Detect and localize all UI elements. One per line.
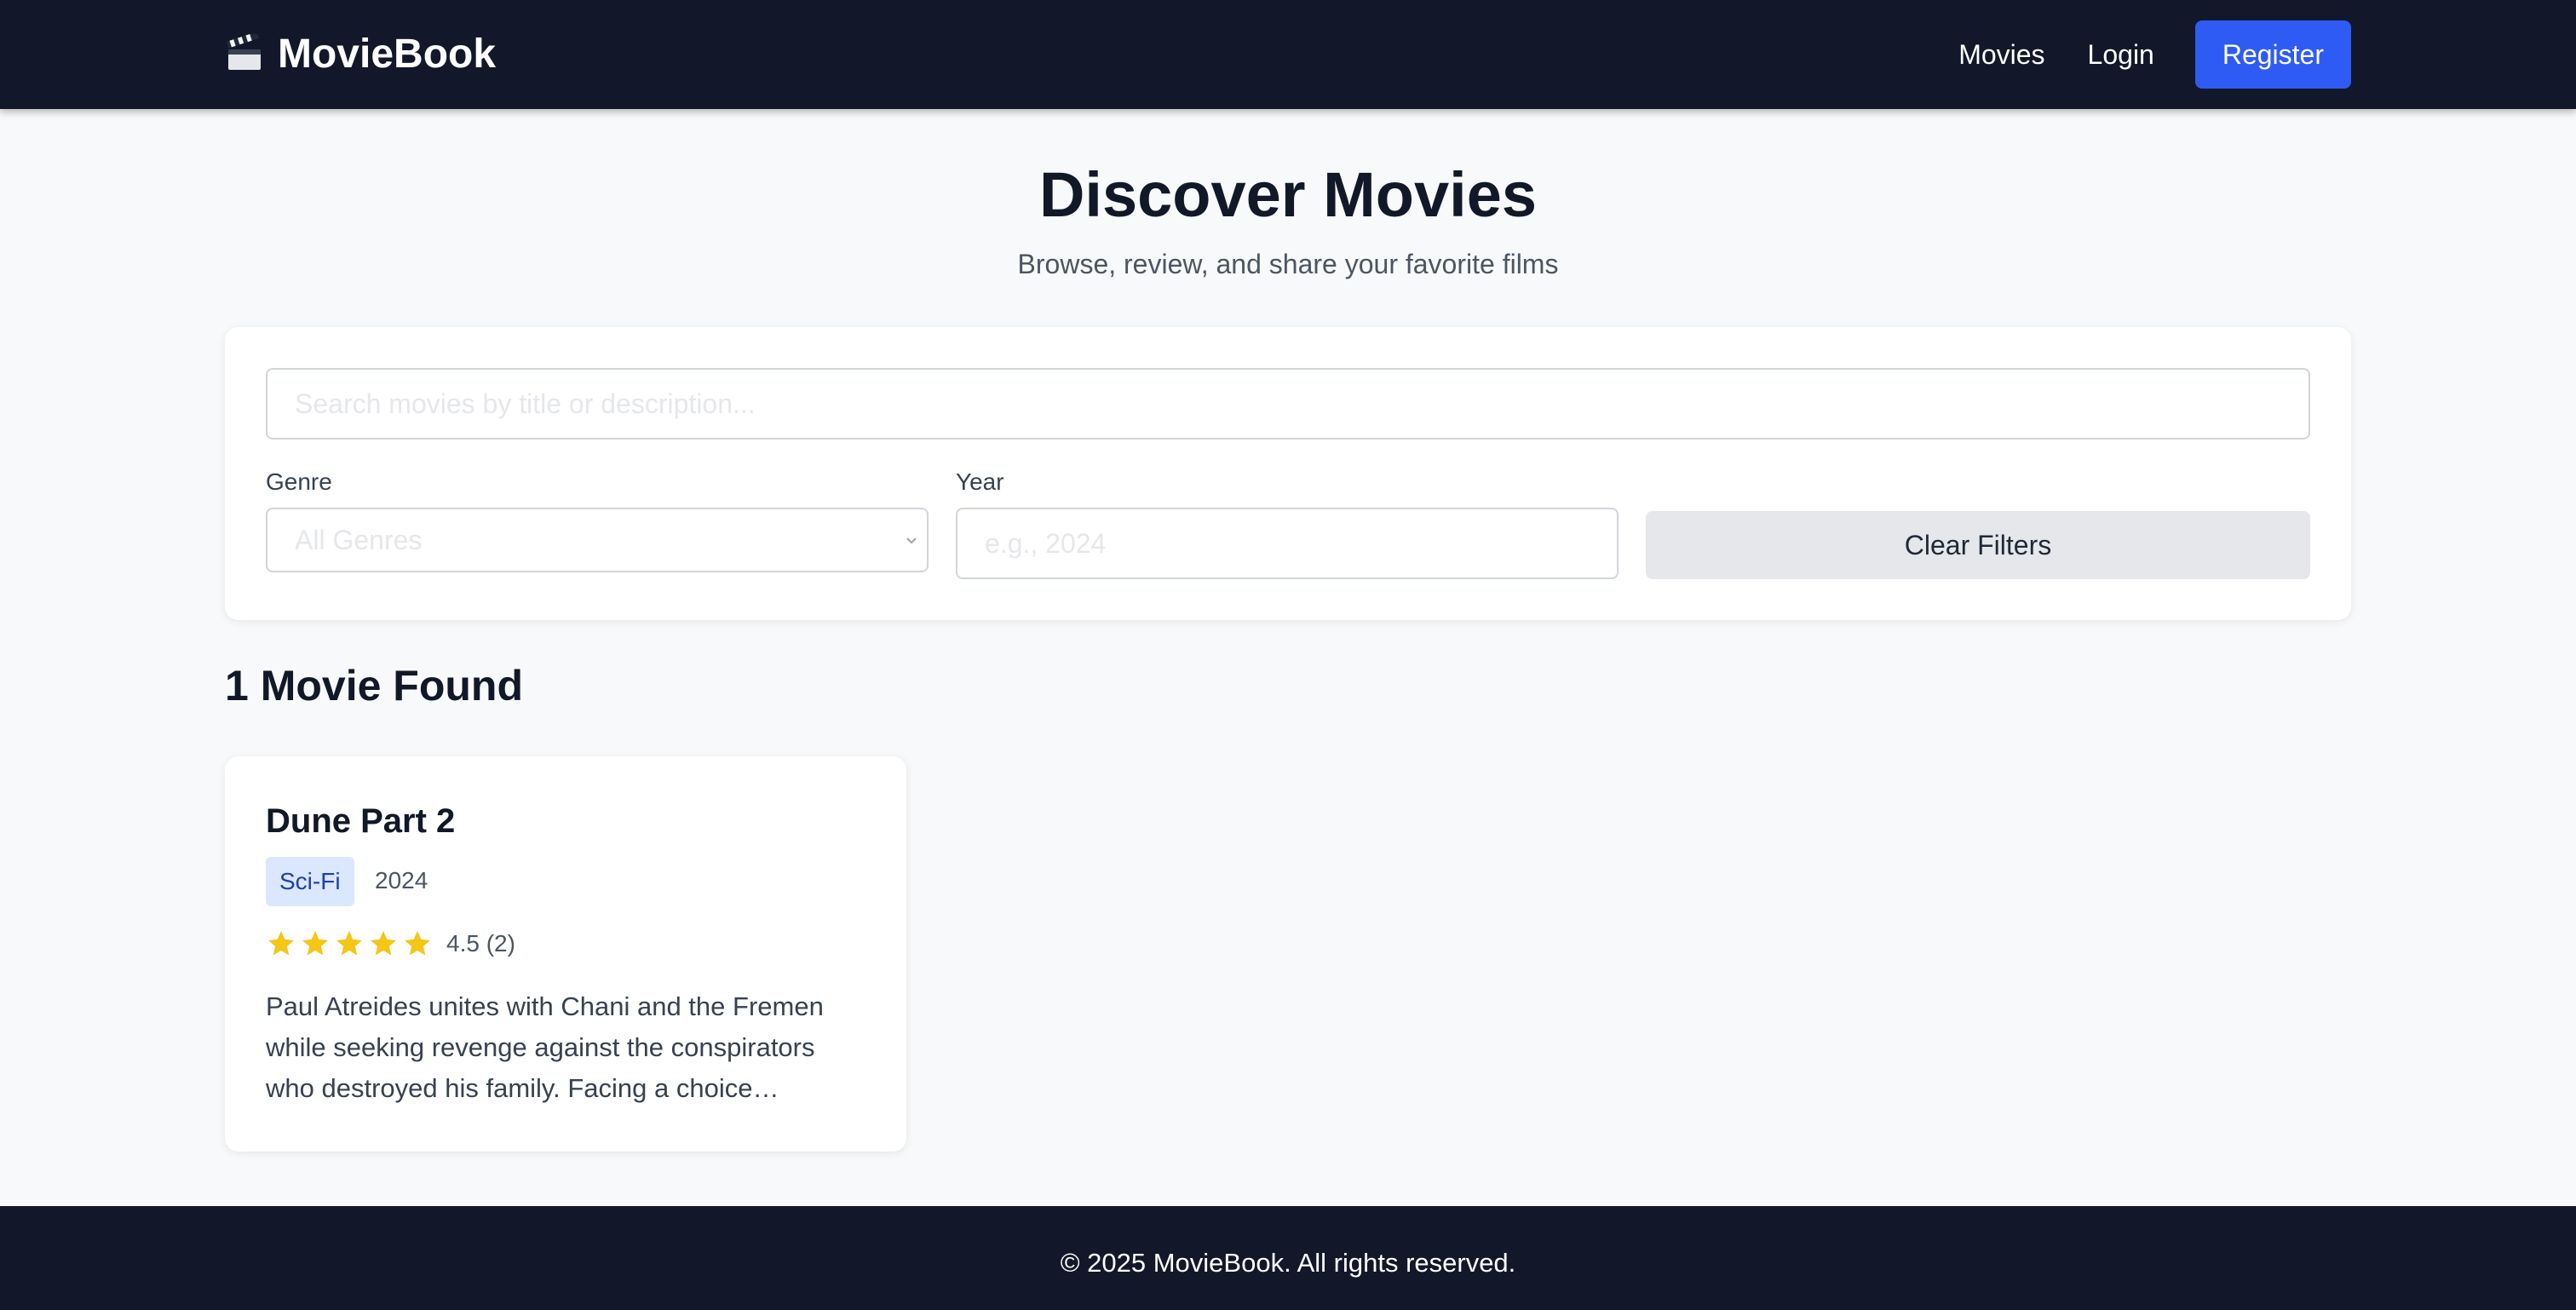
year-input[interactable] (956, 508, 1619, 579)
genre-label: Genre (266, 468, 332, 495)
year-label: Year (956, 468, 1004, 495)
movie-card[interactable]: Dune Part 2 Sci-Fi 2024 4.5 (2) Paul Atr… (225, 756, 906, 1152)
nav-link-login[interactable]: Login (2088, 39, 2154, 71)
nav-links: Movies Login Register (1958, 20, 2351, 89)
footer: © 2025 MovieBook. All rights reserved. (0, 1206, 2576, 1310)
brand-logo-link[interactable]: MovieBook (225, 26, 496, 82)
movie-description: Paul Atreides unites with Chani and the … (266, 991, 824, 1103)
star-icon (302, 931, 328, 956)
movie-year: 2024 (375, 867, 428, 893)
filter-panel: Genre All Genres Year Clear Filters (225, 327, 2351, 620)
rating-text: 4.5 (2) (446, 930, 515, 957)
genre-select[interactable]: All Genres (266, 508, 929, 572)
register-button[interactable]: Register (2194, 20, 2351, 89)
chevron-down-icon (906, 537, 917, 544)
star-icon (336, 931, 362, 956)
nav-link-movies[interactable]: Movies (1958, 39, 2044, 71)
page-title: Discover Movies (1038, 159, 1538, 230)
results-count-heading: 1 Movie Found (225, 662, 523, 710)
page-subtitle: Browse, review, and share your favorite … (1017, 249, 1559, 279)
genre-select-value: All Genres (295, 524, 423, 555)
clear-filters-button[interactable]: Clear Filters (1646, 511, 2310, 579)
movie-title[interactable]: Dune Part 2 (266, 802, 455, 841)
star-icon (268, 931, 294, 956)
star-icon (371, 931, 396, 956)
footer-copyright: © 2025 MovieBook. All rights reserved. (1060, 1248, 1516, 1278)
search-input[interactable] (266, 368, 2310, 440)
star-rating: 4.5 (2) (266, 928, 515, 959)
brand-name: MovieBook (278, 31, 497, 77)
clapperboard-icon (226, 34, 261, 70)
star-icon (405, 931, 430, 956)
navbar: MovieBook Movies Login Register (0, 0, 2576, 109)
genre-badge: Sci-Fi (266, 857, 354, 906)
